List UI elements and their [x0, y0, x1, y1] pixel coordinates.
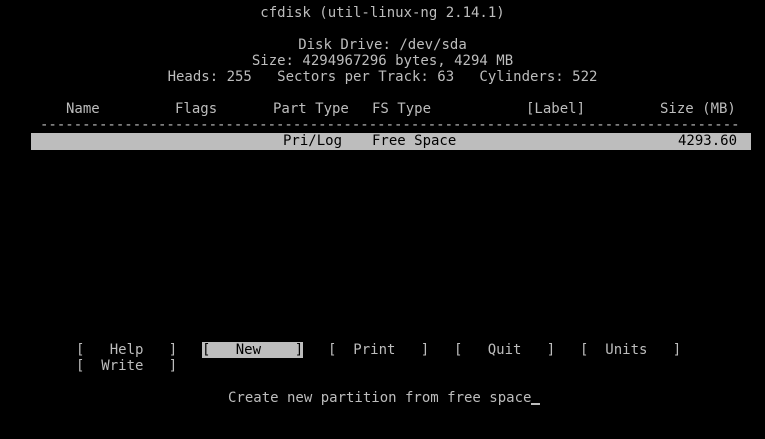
disk-drive-label: Disk Drive: /dev/sda — [298, 37, 467, 53]
status-message: Create new partition from free space — [228, 390, 541, 406]
column-header-fs-type: FS Type — [372, 101, 432, 117]
disk-size-label: Size: 4294967296 bytes, 4294 MB — [251, 53, 514, 69]
column-header-flags: Flags — [175, 101, 218, 117]
column-header-name: Name — [66, 101, 100, 117]
row-part-type: Pri/Log — [283, 133, 343, 149]
print-button[interactable]: [ Print ] — [328, 342, 429, 358]
table-header-divider: ----------------------------------------… — [40, 119, 740, 131]
row-size: 4293.60 — [678, 133, 738, 149]
units-button[interactable]: [ Units ] — [580, 342, 681, 358]
column-header-label: [Label] — [526, 101, 586, 117]
text-cursor — [531, 403, 541, 405]
new-button[interactable]: [ New ] — [202, 342, 304, 358]
help-button[interactable]: [ Help ] — [76, 342, 177, 358]
row-fs-type: Free Space — [372, 133, 457, 149]
column-header-part-type: Part Type — [273, 101, 349, 117]
status-text: Create new partition from free space — [228, 390, 532, 406]
quit-button[interactable]: [ Quit ] — [454, 342, 555, 358]
column-header-size: Size (MB) — [660, 101, 736, 117]
table-row[interactable]: Pri/Log Free Space 4293.60 — [31, 133, 751, 150]
disk-geometry-label: Heads: 255 Sectors per Track: 63 Cylinde… — [167, 69, 598, 85]
write-button[interactable]: [ Write ] — [76, 358, 177, 374]
app-title: cfdisk (util-linux-ng 2.14.1) — [260, 5, 505, 21]
